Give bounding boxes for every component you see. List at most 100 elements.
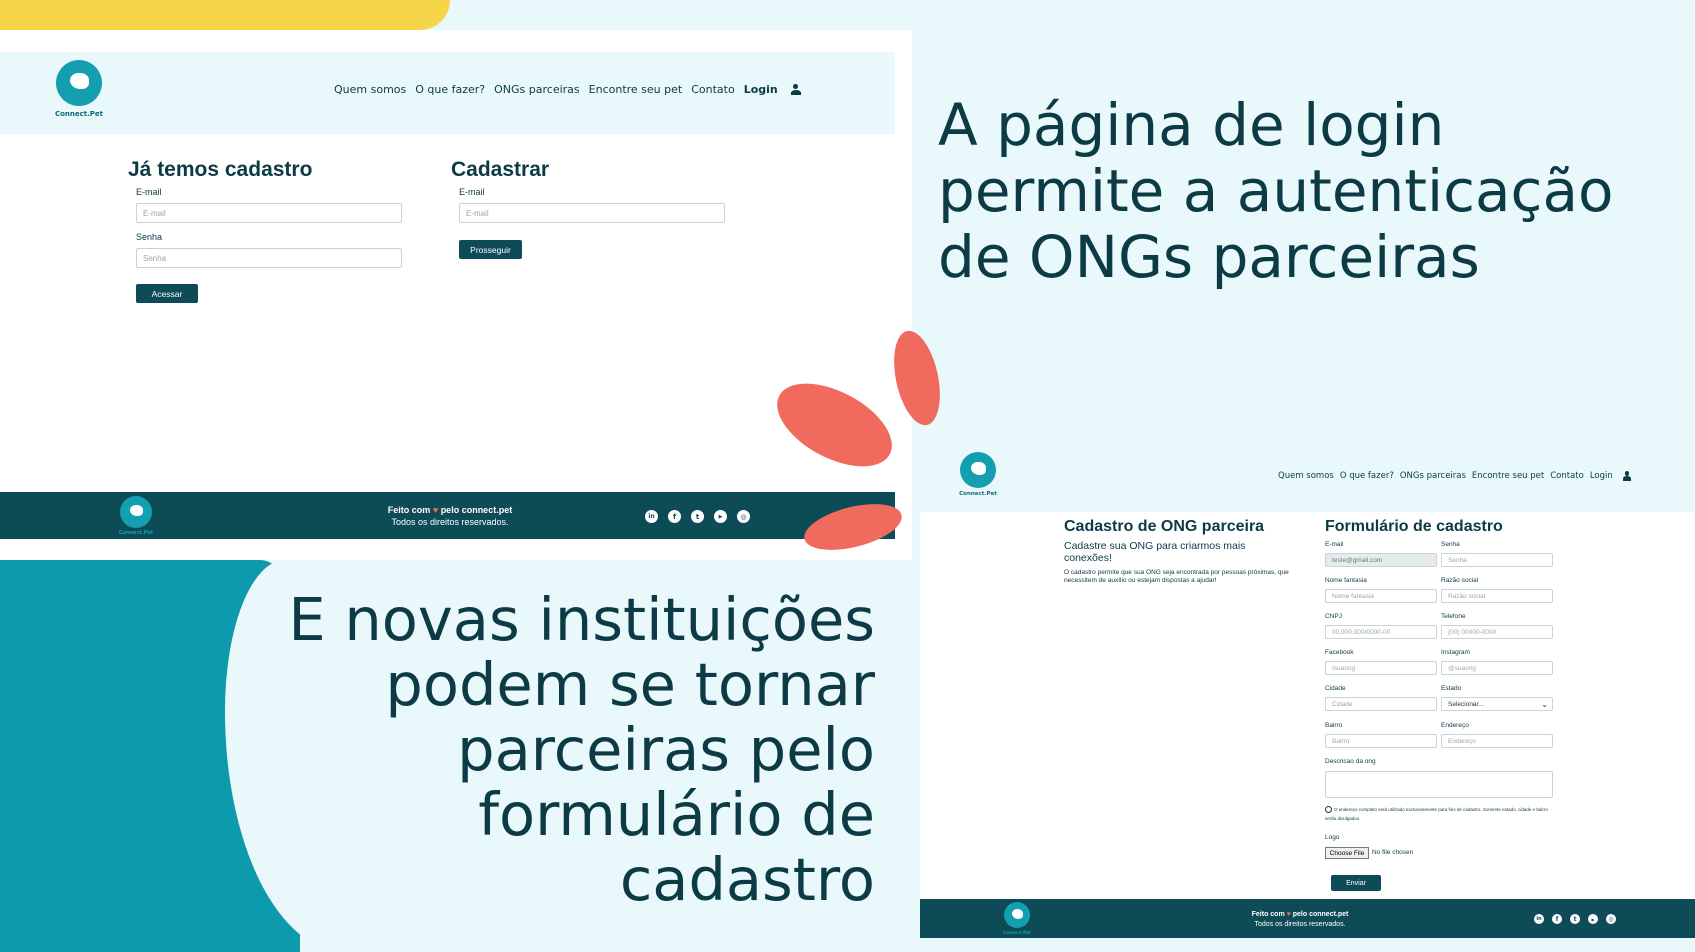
facebook-input[interactable]: /suaong [1325, 661, 1437, 675]
footer-rights: Todos os direitos reservados. [1254, 921, 1346, 928]
dog-logo-icon [56, 60, 102, 106]
login-section-title: Já temos cadastro [128, 158, 313, 181]
footer-logo-text: Connect.Pet [1003, 930, 1031, 935]
footer-made-by: pelo connect.pet [1292, 911, 1349, 918]
footer-rights: Todos os direitos reservados. [391, 517, 509, 527]
footer-logo: Connect.Pet [1001, 902, 1033, 935]
register-section-title: Cadastrar [451, 158, 550, 181]
nav-item-o-que-fazer[interactable]: O que fazer? [415, 83, 485, 96]
footer-logo: Connect.Pet [116, 496, 156, 536]
file-status: No file chosen [1372, 849, 1414, 856]
dog-logo-icon [960, 452, 996, 488]
address-note: O endereço completo será utilizado exclu… [1325, 805, 1555, 823]
razao-social-label: Razão social [1441, 577, 1479, 584]
register-email-label: E-mail [459, 187, 485, 197]
form-title: Formulário de cadastro [1325, 518, 1503, 535]
linkedin-icon[interactable]: in [1534, 914, 1544, 924]
footer-social-links: in f t ▶ ◎ [645, 510, 750, 523]
instagram-input[interactable]: @suaong [1441, 661, 1553, 675]
submit-button[interactable]: Enviar [1331, 875, 1381, 891]
telefone-label: Telefone [1441, 613, 1466, 620]
email-label: E-mail [1325, 541, 1344, 548]
youtube-icon[interactable]: ▶ [1588, 914, 1598, 924]
register-page-footer: Connect.Pet Feito com ♥ pelo connect.pet… [920, 899, 1695, 938]
facebook-icon[interactable]: f [668, 510, 681, 523]
address-note-text: O endereço completo será utilizado exclu… [1325, 807, 1548, 821]
endereco-input[interactable]: Endereço [1441, 734, 1553, 748]
twitter-icon[interactable]: t [1570, 914, 1580, 924]
register-continue-button[interactable]: Prosseguir [459, 240, 522, 259]
heart-icon: ♥ [1286, 911, 1291, 918]
dog-logo-icon [1004, 902, 1030, 928]
email-input[interactable]: teste@gmail.com [1325, 553, 1437, 567]
telefone-input[interactable]: (00) 00000-0000 [1441, 625, 1553, 639]
nav-item-ongs-parceiras[interactable]: ONGs parceiras [1400, 471, 1466, 481]
senha-label: Senha [1441, 541, 1460, 548]
linkedin-icon[interactable]: in [645, 510, 658, 523]
register-caption: E novas instituições podem se tornar par… [288, 585, 875, 914]
nav-item-quem-somos[interactable]: Quem somos [1278, 471, 1334, 481]
login-page-footer: Connect.Pet Feito com ♥ pelo connect.pet… [0, 492, 895, 539]
estado-label: Estado [1441, 685, 1462, 692]
descricao-textarea[interactable] [1325, 771, 1553, 798]
nav-item-encontre-seu-pet[interactable]: Encontre seu pet [1472, 471, 1544, 481]
user-icon[interactable] [1622, 471, 1632, 481]
footer-logo-text: Connect.Pet [118, 530, 154, 536]
login-password-input[interactable]: Senha [136, 248, 402, 268]
info-icon [1325, 806, 1332, 814]
choose-file-button[interactable]: Choose File [1325, 847, 1369, 859]
razao-social-input[interactable]: Razão social [1441, 589, 1553, 603]
site-logo[interactable]: Connect.Pet [48, 60, 110, 118]
login-email-input[interactable]: E-mail [136, 203, 402, 223]
logo-label: Logo [1325, 834, 1340, 841]
twitter-icon[interactable]: t [691, 510, 704, 523]
nav-item-o-que-fazer[interactable]: O que fazer? [1340, 471, 1394, 481]
nav-item-contato[interactable]: Contato [691, 83, 734, 96]
footer-social-links: in f t ▶ ◎ [1534, 914, 1616, 924]
dog-logo-icon [120, 496, 152, 528]
register-intro-subtitle: Cadastre sua ONG para criarmos mais cone… [1064, 540, 1246, 564]
instagram-icon[interactable]: ◎ [737, 510, 750, 523]
nome-fantasia-input[interactable]: Nome fantasia [1325, 589, 1437, 603]
cnpj-input[interactable]: 00.000.000/0000-00 [1325, 625, 1437, 639]
nav-item-ongs-parceiras[interactable]: ONGs parceiras [494, 83, 580, 96]
site-logo[interactable]: Connect.Pet [956, 452, 1000, 497]
estado-select[interactable]: Selecionar... ⌄ [1441, 697, 1553, 711]
register-intro-title: Cadastro de ONG parceira [1064, 518, 1265, 535]
logo-text: Connect.Pet [959, 491, 997, 497]
cnpj-label: CNPJ [1325, 613, 1342, 620]
nav-item-contato[interactable]: Contato [1550, 471, 1584, 481]
login-submit-button[interactable]: Acessar [136, 284, 198, 303]
instagram-icon[interactable]: ◎ [1606, 914, 1616, 924]
nav-links: Quem somos O que fazer? ONGs parceiras E… [1278, 471, 1632, 481]
register-intro-text: O cadastro permite que sua ONG seja enco… [1064, 569, 1289, 584]
footer-made-with: Feito com [1251, 911, 1285, 918]
footer-made-by: pelo connect.pet [440, 505, 513, 515]
senha-input[interactable]: Senha [1441, 553, 1553, 567]
footer-credits: Feito com ♥ pelo connect.pet Todos os di… [1210, 910, 1390, 930]
register-page-navbar: Connect.Pet Quem somos O que fazer? ONGs… [920, 450, 1695, 512]
login-page-navbar: Connect.Pet Quem somos O que fazer? ONGs… [0, 52, 895, 134]
nav-item-quem-somos[interactable]: Quem somos [334, 83, 406, 96]
footer-made-with: Feito com [387, 505, 431, 515]
register-page-screenshot: Connect.Pet Quem somos O que fazer? ONGs… [920, 450, 1695, 938]
nav-item-login[interactable]: Login [744, 83, 778, 96]
cidade-input[interactable]: Cidade [1325, 697, 1437, 711]
facebook-icon[interactable]: f [1552, 914, 1562, 924]
footer-credits: Feito com ♥ pelo connect.pet Todos os di… [340, 504, 560, 528]
youtube-icon[interactable]: ▶ [714, 510, 727, 523]
register-email-input[interactable]: E-mail [459, 203, 725, 223]
bairro-input[interactable]: Bairro [1325, 734, 1437, 748]
login-email-label: E-mail [136, 187, 162, 197]
nav-item-login[interactable]: Login [1590, 471, 1613, 481]
heart-icon: ♥ [432, 505, 439, 515]
nav-links: Quem somos O que fazer? ONGs parceiras E… [334, 83, 802, 96]
login-password-label: Senha [136, 232, 163, 242]
logo-text: Connect.Pet [54, 110, 104, 118]
nav-item-encontre-seu-pet[interactable]: Encontre seu pet [589, 83, 683, 96]
endereco-label: Endereço [1441, 722, 1469, 729]
facebook-label: Facebook [1325, 649, 1354, 656]
user-icon[interactable] [790, 83, 802, 96]
chevron-down-icon: ⌄ [1541, 700, 1548, 709]
yellow-decor-shape [0, 0, 450, 30]
